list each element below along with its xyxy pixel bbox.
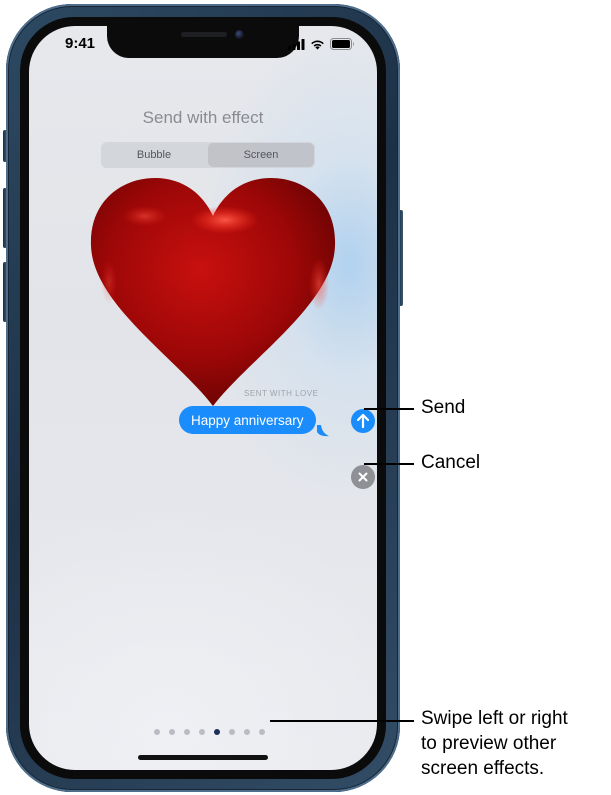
effect-type-segmented-control: Bubble Screen [101, 142, 315, 168]
page-dot [259, 729, 265, 735]
status-time: 9:41 [65, 35, 96, 52]
phone-screen: 9:41 Send with effect Bubble Screen SENT… [29, 26, 377, 770]
segment-screen[interactable]: Screen [208, 143, 314, 167]
send-button[interactable] [351, 409, 375, 433]
page-dot [244, 729, 250, 735]
cellular-signal-icon [288, 38, 305, 50]
swipe-callout-line-3: screen effects. [421, 758, 545, 779]
wifi-icon [311, 40, 324, 49]
swipe-callout-line [270, 720, 414, 722]
cancel-callout-label: Cancel [421, 452, 481, 473]
phone-bezel: 9:41 Send with effect Bubble Screen SENT… [20, 17, 386, 779]
message-bubble: Happy anniversary [179, 406, 316, 434]
swipe-callout-label: Swipe left or right to preview other scr… [421, 706, 568, 781]
page-dot [199, 729, 205, 735]
battery-icon [330, 38, 354, 50]
page-dot [184, 729, 190, 735]
notch [107, 26, 299, 58]
swipe-callout-line-1: Swipe left or right [421, 708, 568, 729]
segment-bubble[interactable]: Bubble [101, 142, 207, 168]
heart-effect-graphic [90, 178, 336, 406]
close-icon [358, 472, 368, 482]
arrow-up-icon [356, 413, 370, 429]
cancel-button[interactable] [351, 465, 375, 489]
send-callout-label: Send [421, 397, 466, 418]
home-indicator[interactable] [138, 755, 268, 760]
message-text: Happy anniversary [191, 412, 304, 428]
phone-frame: 9:41 Send with effect Bubble Screen SENT… [6, 4, 400, 792]
speaker-grille [181, 32, 227, 37]
page-dot [154, 729, 160, 735]
screen-title: Send with effect [142, 108, 264, 127]
page-dot [229, 729, 235, 735]
effect-name-label: SENT WITH LOVE [244, 389, 319, 398]
swipe-callout-line-2: to preview other [421, 733, 557, 754]
send-callout-line [364, 408, 414, 410]
figure-canvas: 9:41 Send with effect Bubble Screen SENT… [0, 0, 611, 795]
cancel-callout-line [364, 463, 414, 465]
front-camera [235, 30, 244, 39]
page-dot [169, 729, 175, 735]
page-indicator[interactable] [154, 729, 265, 735]
status-icons [288, 38, 355, 50]
page-dot-active [214, 729, 220, 735]
bubble-tail [317, 425, 329, 437]
